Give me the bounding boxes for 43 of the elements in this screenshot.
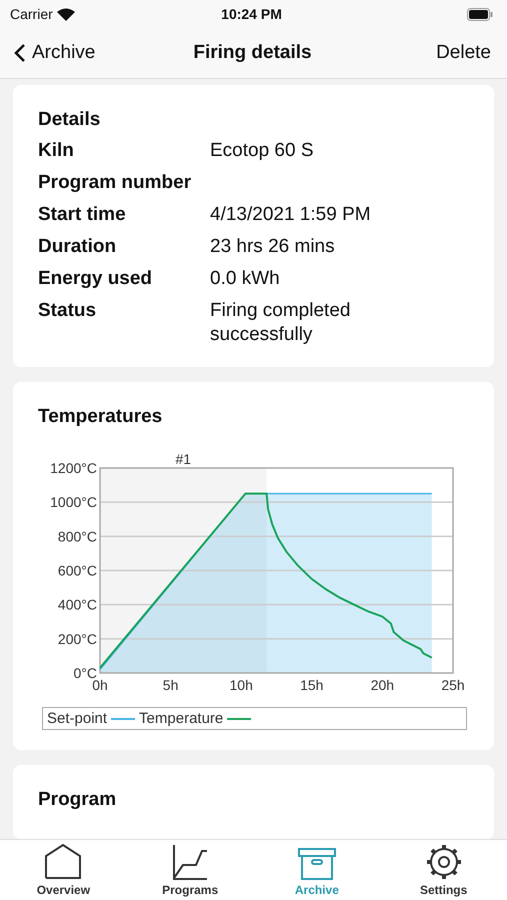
detail-label: Start time [38, 203, 127, 227]
y-tick-label: 200°C [58, 630, 97, 647]
page-title: Firing details [193, 42, 312, 64]
detail-label: Status [38, 299, 98, 323]
delete-button[interactable]: Delete [312, 42, 491, 64]
wifi-icon [56, 8, 75, 20]
legend-label: Temperature [139, 710, 224, 727]
tab[interactable]: Programs [126, 840, 254, 900]
chevron-left-icon [14, 43, 26, 63]
segment-label: #1 [176, 451, 192, 467]
detail-label: Energy used [38, 267, 154, 291]
clock: 10:24 PM [221, 6, 282, 22]
detail-label: Kiln [38, 139, 75, 163]
settings-icon [426, 844, 462, 880]
detail-label: Duration [38, 235, 118, 259]
x-tick-label: 15h [300, 677, 324, 693]
detail-label: Program number [38, 171, 192, 195]
y-tick-label: 400°C [58, 596, 97, 613]
carrier-label: Carrier [10, 6, 53, 22]
tab[interactable]: Overview [0, 840, 127, 900]
tab[interactable]: Settings [380, 840, 507, 900]
detail-value: 23 hrs 26 mins [210, 235, 336, 259]
detail-value: 0.0 kWh [210, 267, 281, 291]
y-tick-label: 1200°C [50, 460, 97, 476]
legend-label: Set-point [47, 710, 108, 727]
back-button[interactable]: Archive [14, 42, 194, 64]
section-title: Details [38, 109, 102, 131]
x-tick-label: 25h [441, 677, 465, 693]
detail-value: 4/13/2021 1:59 PM [210, 203, 372, 227]
y-tick-label: 600°C [58, 562, 97, 578]
section-title: Program [38, 789, 118, 811]
x-tick-label: 10h [230, 677, 253, 693]
battery-icon [467, 8, 494, 20]
y-tick-label: 1000°C [50, 494, 97, 510]
home-icon [44, 844, 82, 880]
section-title: Temperatures [38, 406, 164, 428]
archive-box-icon [298, 848, 336, 880]
detail-value: Firing completed successfully [210, 299, 352, 347]
chart-icon [171, 844, 210, 880]
x-tick-label: 5h [162, 677, 178, 693]
detail-value: Ecotop 60 S [210, 139, 315, 163]
x-tick-label: 20h [370, 677, 394, 693]
y-tick-label: 800°C [58, 528, 97, 544]
